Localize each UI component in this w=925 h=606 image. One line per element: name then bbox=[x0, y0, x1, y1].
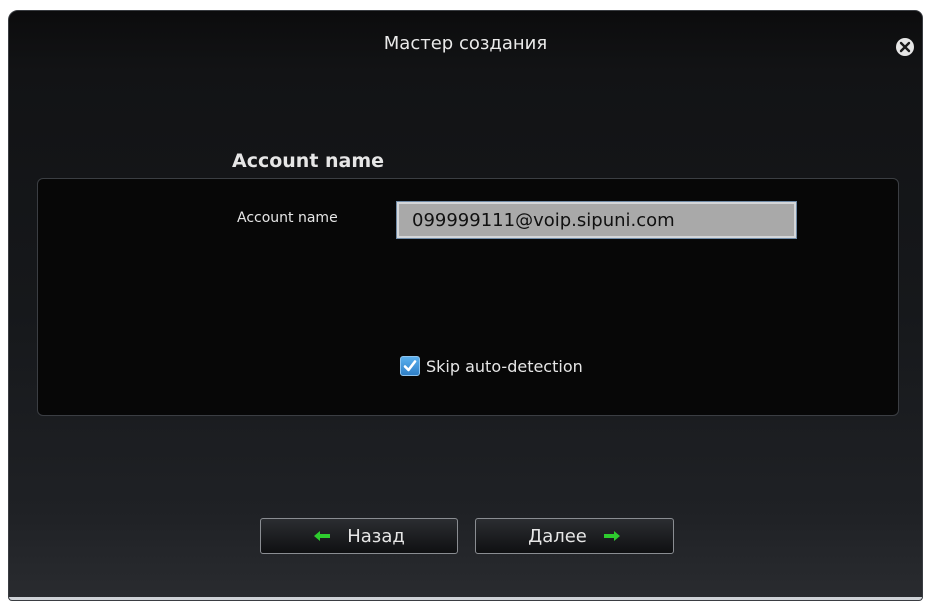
skip-auto-detection-option[interactable]: Skip auto-detection bbox=[400, 356, 583, 376]
skip-auto-detection-checkbox[interactable] bbox=[400, 356, 420, 376]
account-name-input[interactable] bbox=[396, 201, 797, 239]
checkmark-icon bbox=[403, 360, 417, 372]
next-button-label: Далее bbox=[528, 525, 587, 547]
dialog-title: Мастер создания bbox=[383, 33, 548, 54]
arrow-right-icon bbox=[603, 531, 620, 541]
arrow-left-icon bbox=[314, 531, 331, 541]
skip-auto-detection-label: Skip auto-detection bbox=[426, 356, 583, 376]
close-button[interactable] bbox=[896, 38, 914, 56]
close-icon bbox=[899, 41, 911, 53]
section-heading: Account name bbox=[232, 150, 385, 172]
back-button-label: Назад bbox=[347, 525, 405, 547]
back-button[interactable]: Назад bbox=[260, 518, 458, 554]
next-button[interactable]: Далее bbox=[475, 518, 674, 554]
account-name-label: Account name bbox=[237, 210, 338, 226]
